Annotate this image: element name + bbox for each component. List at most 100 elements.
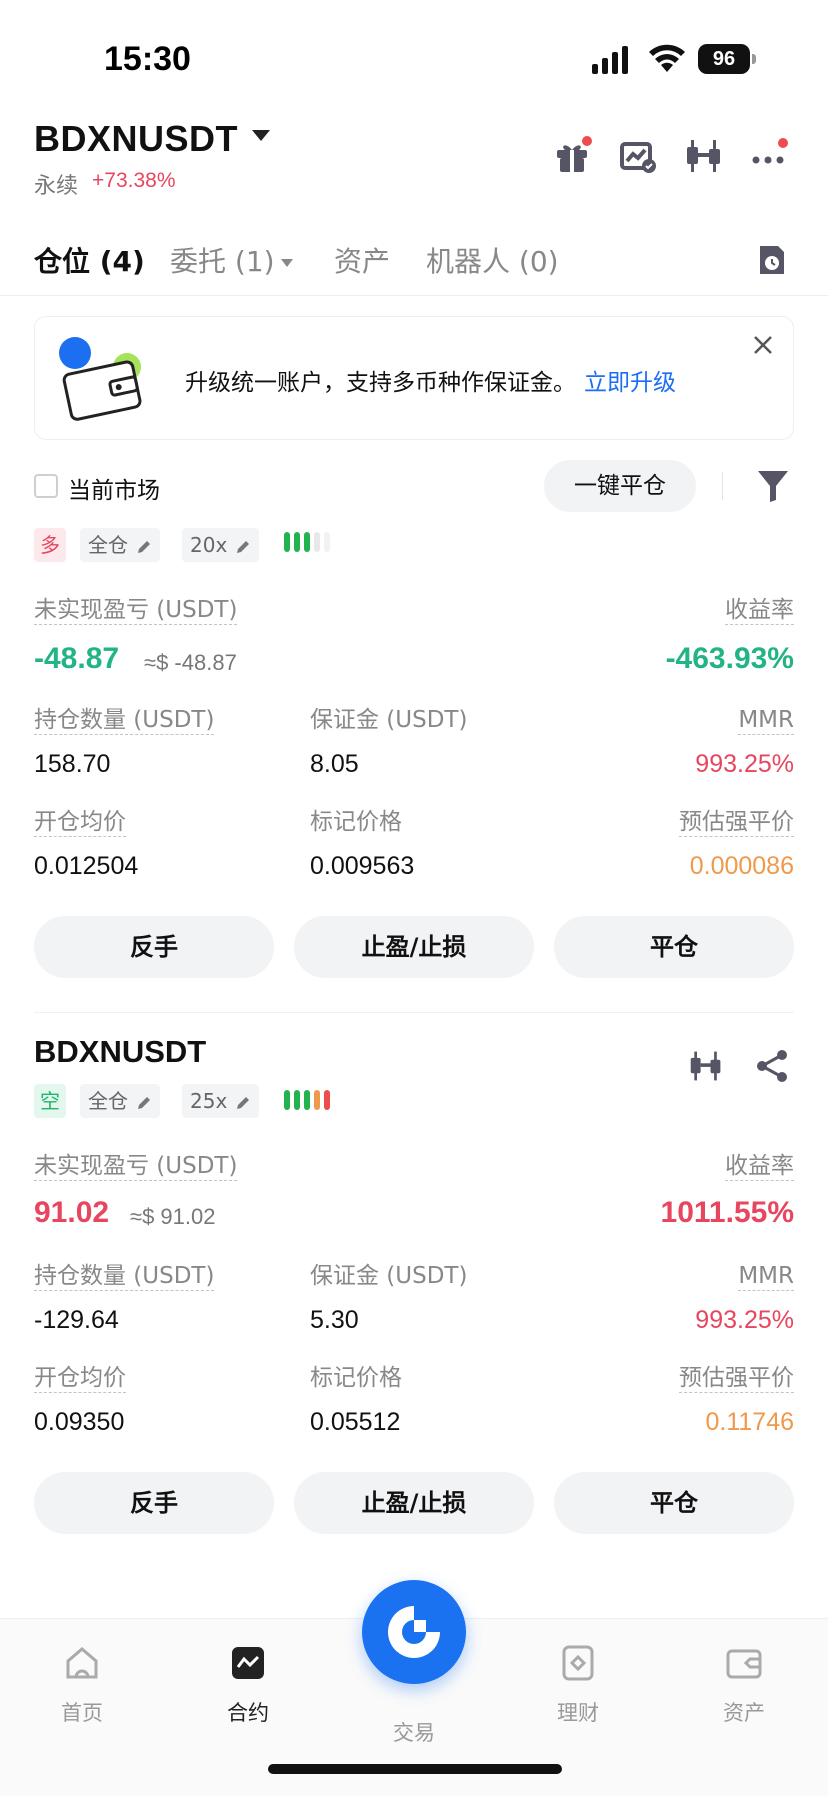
upgrade-link[interactable]: 立即升级 [584,370,676,396]
more-icon[interactable] [750,136,790,176]
upnl-usd: ≈$ 91.02 [130,1204,216,1229]
notification-dot [778,138,788,148]
size-value: 158.70 [34,750,111,778]
battery-indicator: 96 [698,44,756,74]
entry-price-value: 0.09350 [34,1408,125,1436]
margin-mode-chip[interactable]: 全仓 [80,528,160,562]
upnl-label[interactable]: 未实现盈亏 (USDT) [34,1152,238,1181]
entry-price-label[interactable]: 开仓均价 [34,808,126,837]
upnl-value: 91.02 [34,1196,110,1229]
close-icon[interactable] [751,333,775,357]
nav-futures[interactable]: 合约 [198,1643,298,1727]
entry-price-value: 0.012504 [34,852,139,880]
position-filter-row: 当前市场 一键平仓 [0,460,828,516]
upgrade-banner[interactable]: 升级统一账户，支持多币种作保证金。 立即升级 [34,316,794,440]
tpsl-button[interactable]: 止盈/止损 [294,1472,534,1534]
position-symbol[interactable]: BDXNUSDT [34,1034,206,1070]
margin-value: 5.30 [310,1306,359,1334]
filter-icon[interactable] [756,468,790,504]
current-market-label[interactable]: 当前市场 [68,471,160,505]
market-header: BDXNUSDT 永续 +73.38% [0,110,828,210]
edit-icon [138,540,150,553]
position-card: 多 全仓 20x 未实现盈亏 (USDT) 收益率 -48.87 ≈$ -48.… [0,524,828,994]
reverse-button[interactable]: 反手 [34,916,274,978]
candlestick-chart-icon[interactable] [688,1048,724,1084]
edit-icon [138,1096,150,1109]
caret-down-icon[interactable] [252,130,270,141]
close-position-button[interactable]: 平仓 [554,1472,794,1534]
banner-message: 升级统一账户，支持多币种作保证金。 立即升级 [185,370,676,396]
notification-dot [582,136,592,146]
symbol-selector[interactable]: BDXNUSDT [34,118,238,160]
price-change: +73.38% [92,169,176,192]
side-badge: 空 [34,1084,66,1118]
liq-price-value: 0.000086 [689,852,794,880]
contract-type: 永续 [34,174,79,199]
margin-mode-chip[interactable]: 全仓 [80,1084,160,1118]
cellular-signal-icon [592,46,628,74]
upnl-usd: ≈$ -48.87 [144,650,237,675]
gift-icon[interactable] [552,136,592,176]
tpsl-button[interactable]: 止盈/止损 [294,916,534,978]
nav-home[interactable]: 首页 [32,1643,132,1727]
home-icon [66,1647,98,1679]
side-badge: 多 [34,528,66,562]
leverage-chip[interactable]: 20x [182,528,260,562]
tab-assets[interactable]: 资产 [334,240,390,280]
edit-icon [237,1096,250,1109]
trade-button[interactable] [362,1580,466,1684]
candlestick-chart-icon[interactable] [684,136,724,176]
tab-orders[interactable]: 委托 (1) [170,240,293,280]
roi-label[interactable]: 收益率 [725,1152,794,1181]
position-card: BDXNUSDT 空 全仓 25x 未实现盈亏 (USDT) 收益率 91.02… [0,1034,828,1554]
size-label[interactable]: 持仓数量 (USDT) [34,706,215,735]
battery-level: 96 [698,44,750,74]
mmr-label[interactable]: MMR [738,1262,794,1291]
home-indicator [268,1764,562,1774]
margin-value: 8.05 [310,750,359,778]
size-label[interactable]: 持仓数量 (USDT) [34,1262,215,1291]
roi-label[interactable]: 收益率 [725,596,794,625]
close-position-button[interactable]: 平仓 [554,916,794,978]
order-history-icon[interactable] [756,242,788,278]
leverage-chip[interactable]: 25x [182,1084,260,1118]
mark-price-label: 标记价格 [310,1365,402,1391]
mmr-label[interactable]: MMR [738,706,794,735]
divider [34,1012,794,1013]
liq-price-label[interactable]: 预估强平价 [679,808,794,837]
tab-bar: 仓位 (4) 委托 (1) 资产 机器人 (0) [0,232,828,296]
nav-earn[interactable]: 理财 [528,1643,628,1727]
close-all-button[interactable]: 一键平仓 [544,460,696,512]
tab-bots[interactable]: 机器人 (0) [426,240,559,280]
futures-icon [232,1647,264,1679]
liq-price-value: 0.11746 [705,1408,794,1436]
edit-icon [237,540,250,553]
reverse-button[interactable]: 反手 [34,1472,274,1534]
trade-icon [388,1606,440,1658]
wallet-icon [726,1649,762,1679]
roi-value: -463.93% [665,642,794,675]
upnl-value: -48.87 [34,642,120,675]
entry-price-label[interactable]: 开仓均价 [34,1364,126,1393]
divider [722,472,723,500]
nav-trade[interactable]: 交易 [364,1717,464,1747]
earn-icon [562,1645,594,1681]
current-market-checkbox[interactable] [34,474,58,498]
mark-price-value: 0.05512 [310,1408,401,1436]
mark-price-label: 标记价格 [310,809,402,835]
upnl-label[interactable]: 未实现盈亏 (USDT) [34,596,238,625]
share-icon[interactable] [754,1048,790,1084]
size-value: -129.64 [34,1306,119,1334]
liq-price-label[interactable]: 预估强平价 [679,1364,794,1393]
pnl-analysis-icon[interactable] [618,136,658,176]
wallet-illustration-icon [59,337,142,421]
adl-indicator [284,532,334,552]
roi-value: 1011.55% [660,1196,794,1229]
status-bar: 15:30 96 [0,0,828,110]
nav-assets[interactable]: 资产 [694,1643,794,1727]
margin-label: 保证金 (USDT) [310,707,468,733]
mark-price-value: 0.009563 [310,852,415,880]
mmr-value: 993.25% [695,750,794,778]
tab-positions[interactable]: 仓位 (4) [34,240,145,280]
adl-indicator [284,1090,334,1110]
